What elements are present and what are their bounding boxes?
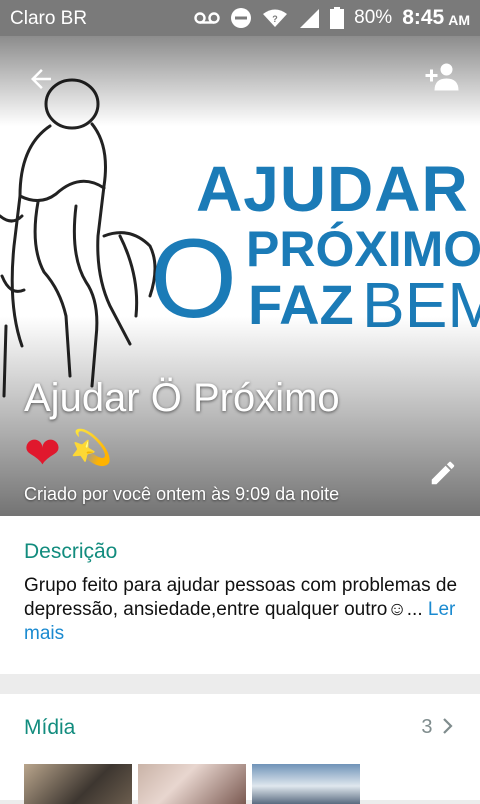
description-section: Descrição Grupo feito para ajudar pessoa… bbox=[0, 516, 480, 674]
chevron-right-icon bbox=[443, 718, 453, 734]
signal-icon bbox=[300, 9, 320, 28]
media-thumbnail[interactable] bbox=[252, 764, 360, 804]
clock: 8:45 bbox=[402, 6, 445, 29]
clock-ampm: AM bbox=[448, 12, 470, 28]
wifi-icon: ? bbox=[263, 9, 288, 27]
media-title: Mídia bbox=[24, 716, 76, 739]
back-button[interactable] bbox=[26, 64, 60, 98]
media-thumbnail[interactable] bbox=[24, 764, 132, 804]
person-add-icon bbox=[425, 63, 459, 91]
voicemail-icon bbox=[194, 12, 220, 24]
media-count-value: 3 bbox=[421, 716, 433, 738]
description-text: Grupo feito para ajudar pessoas com prob… bbox=[24, 575, 458, 620]
dizzy-star-emoji: 💫 bbox=[70, 429, 113, 467]
description-title: Descrição bbox=[24, 540, 118, 563]
status-icons: ? 80% 8:45 AM bbox=[194, 6, 470, 30]
do-not-disturb-icon bbox=[231, 8, 252, 28]
status-bar: Claro BR ? 80% 8:45 AM bbox=[0, 0, 480, 36]
media-count[interactable]: 3 bbox=[421, 716, 454, 739]
description-body: Grupo feito para ajudar pessoas com prob… bbox=[24, 574, 464, 646]
edit-name-button[interactable] bbox=[428, 458, 460, 490]
carrier-label: Claro BR bbox=[10, 8, 88, 29]
heart-emoji: ❤ bbox=[24, 429, 61, 478]
pencil-icon bbox=[431, 461, 455, 485]
group-name: Ajudar Ö Próximo bbox=[24, 376, 340, 420]
battery-percent: 80% bbox=[354, 7, 393, 28]
add-participant-button[interactable] bbox=[424, 62, 460, 96]
group-header-image[interactable]: AJUDAR O PRÓXIMO FAZ BEM Ajudar Ö Próxim… bbox=[0, 36, 480, 516]
battery-icon bbox=[330, 7, 345, 29]
svg-text:?: ? bbox=[272, 14, 278, 24]
top-gradient bbox=[0, 36, 480, 126]
media-thumbnail[interactable] bbox=[138, 764, 246, 804]
media-section[interactable]: Mídia 3 bbox=[0, 694, 480, 804]
arrow-back-icon bbox=[31, 69, 51, 89]
created-info: Criado por você ontem às 9:09 da noite bbox=[24, 484, 340, 504]
